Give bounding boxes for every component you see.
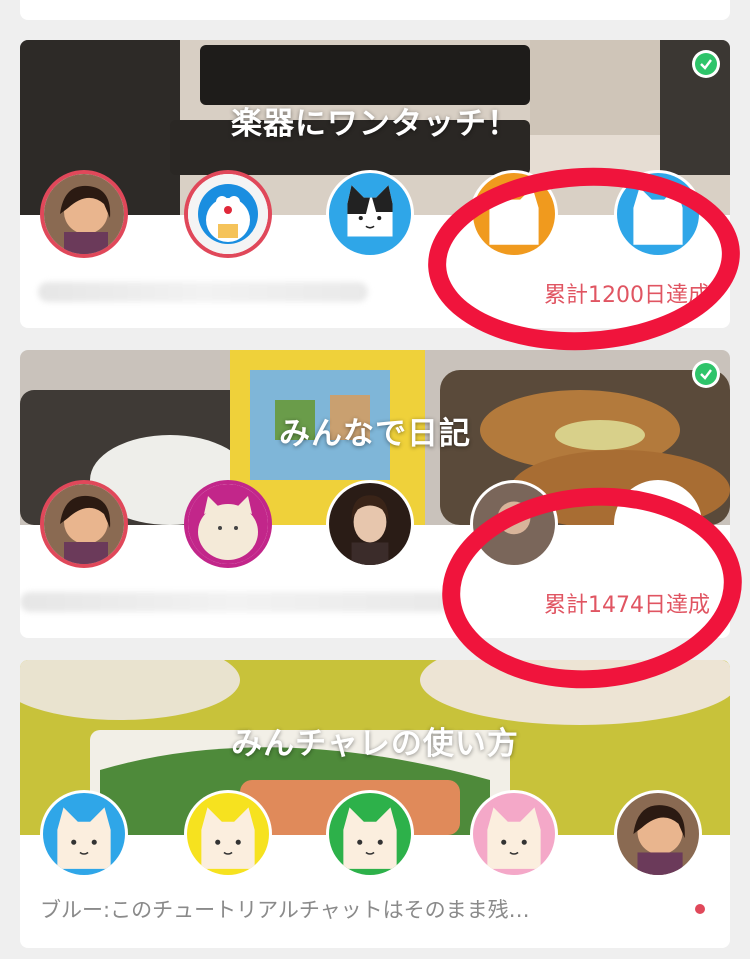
card-title: みんなで日記: [279, 416, 471, 452]
check-circle-icon: [692, 50, 720, 78]
challenge-card-3[interactable]: みんチャレの使い方 ブルー:このチュートリアルチャットはそのまま残…: [20, 660, 730, 948]
last-message-preview: ブルー:このチュートリアルチャットはそのまま残…: [40, 898, 530, 922]
blurred-message: [38, 282, 368, 302]
girl-photo-avatar[interactable]: [40, 170, 128, 258]
card-title: みんチャレの使い方: [231, 726, 519, 762]
challenge-card-1[interactable]: 楽器にワンタッチ！ 累計1200日達成: [20, 40, 730, 328]
portrait-woman-avatar[interactable]: [326, 480, 414, 568]
fluffy-cat-avatar[interactable]: [184, 480, 272, 568]
pink-cat-avatar[interactable]: [470, 790, 558, 878]
orange-cat-avatar[interactable]: [470, 170, 558, 258]
partial-avatar[interactable]: [470, 480, 558, 568]
challenge-card-2[interactable]: みんなで日記 累計1474日達成: [20, 350, 730, 638]
unread-dot-icon: [695, 904, 705, 914]
check-circle-icon: [692, 360, 720, 388]
previous-card-bottom: [20, 0, 730, 20]
yellow-cat-avatar[interactable]: [184, 790, 272, 878]
black-cat-avatar[interactable]: [326, 170, 414, 258]
green-cat-avatar[interactable]: [326, 790, 414, 878]
girl-photo-avatar[interactable]: [40, 480, 128, 568]
streak-stat: 累計1200日達成: [544, 283, 710, 308]
girl-photo-avatar[interactable]: [614, 790, 702, 878]
blue-cat-avatar[interactable]: [40, 790, 128, 878]
doraemon-avatar[interactable]: [184, 170, 272, 258]
blurred-message: [20, 592, 450, 612]
white-avatar[interactable]: [614, 480, 702, 568]
blue-cat-avatar[interactable]: [614, 170, 702, 258]
card-title: 楽器にワンタッチ！: [231, 106, 519, 142]
streak-stat: 累計1474日達成: [544, 593, 710, 618]
